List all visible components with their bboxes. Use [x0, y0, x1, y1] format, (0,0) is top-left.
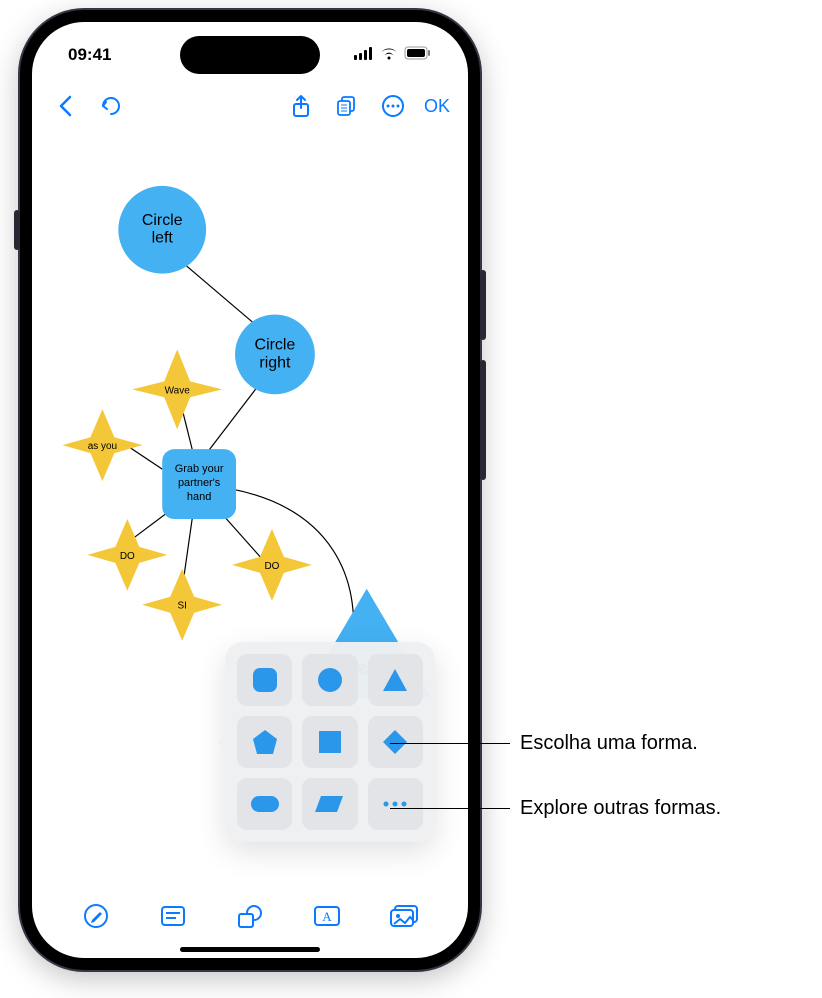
shape-diamond[interactable] [368, 716, 423, 768]
node-circle-left[interactable]: Circle left [118, 186, 206, 274]
svg-text:DO: DO [120, 551, 135, 562]
svg-text:A: A [322, 909, 332, 924]
callout-choose-shape: Escolha uma forma. [520, 732, 698, 755]
svg-text:as you: as you [88, 441, 117, 452]
top-toolbar: OK [32, 82, 468, 130]
text-tool-button[interactable]: A [310, 899, 344, 933]
copy-button[interactable] [332, 91, 362, 121]
star-asyou[interactable]: as you [62, 409, 142, 481]
shape-more-button[interactable] [368, 778, 423, 830]
media-tool-button[interactable] [387, 899, 421, 933]
more-button[interactable] [378, 91, 408, 121]
svg-text:Circle: Circle [255, 336, 296, 353]
ok-button[interactable]: OK [424, 96, 450, 117]
svg-text:right: right [259, 354, 291, 371]
home-indicator [180, 947, 320, 952]
star-wave[interactable]: Wave [132, 349, 222, 429]
svg-text:Grab your: Grab your [175, 463, 224, 475]
svg-text:DO: DO [264, 561, 279, 572]
back-button[interactable] [50, 91, 80, 121]
shape-parallelogram[interactable] [302, 778, 357, 830]
shape-pill[interactable] [237, 778, 292, 830]
svg-text:SI: SI [177, 601, 186, 612]
callout-explore-shapes: Explore outras formas. [520, 797, 721, 820]
note-tool-button[interactable] [156, 899, 190, 933]
svg-text:left: left [152, 230, 174, 247]
star-do1[interactable]: DO [87, 519, 167, 591]
status-time: 09:41 [68, 45, 111, 65]
node-circle-right[interactable]: Circle right [235, 315, 315, 395]
shape-rounded-square[interactable] [237, 654, 292, 706]
share-button[interactable] [286, 91, 316, 121]
cellular-icon [354, 45, 374, 65]
pen-tool-button[interactable] [79, 899, 113, 933]
battery-icon [404, 45, 432, 65]
wifi-icon [380, 45, 398, 65]
shape-circle[interactable] [302, 654, 357, 706]
shapes-tool-button[interactable] [233, 899, 267, 933]
bottom-toolbar: A [32, 888, 468, 944]
star-si[interactable]: SI [142, 569, 222, 641]
shape-triangle[interactable] [368, 654, 423, 706]
shape-pentagon[interactable] [237, 716, 292, 768]
svg-text:Wave: Wave [165, 385, 191, 396]
star-do2[interactable]: DO [232, 529, 312, 601]
svg-text:partner's: partner's [178, 477, 221, 489]
svg-text:hand: hand [187, 491, 211, 503]
annotation-callouts: Escolha uma forma. Explore outras formas… [500, 0, 820, 998]
node-grab[interactable]: Grab your partner's hand [162, 449, 236, 519]
dynamic-island [180, 36, 320, 74]
undo-button[interactable] [96, 91, 126, 121]
shape-square[interactable] [302, 716, 357, 768]
shape-picker-popover [225, 642, 435, 842]
svg-text:Circle: Circle [142, 212, 183, 229]
